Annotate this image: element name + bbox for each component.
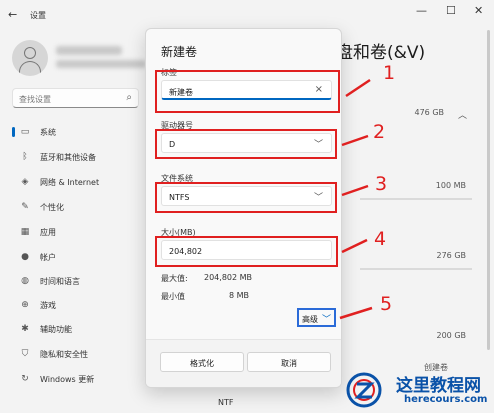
callout-number: 3	[375, 173, 388, 195]
callout-number: 2	[373, 121, 386, 143]
annotation-arrows	[339, 78, 373, 320]
callout-number: 4	[374, 228, 387, 250]
watermark-logo	[346, 372, 382, 408]
watermark: 这里教程网 herecours.com	[342, 368, 494, 413]
watermark-url: herecours.com	[404, 394, 488, 405]
callout-number: 1	[383, 62, 396, 84]
watermark-title: 这里教程网	[396, 376, 481, 396]
callout-number: 5	[380, 293, 393, 315]
